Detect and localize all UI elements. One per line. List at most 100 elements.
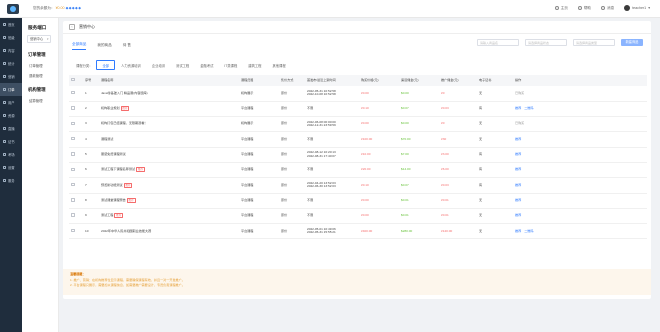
sale-mode-cell: 原价 (279, 177, 305, 194)
channel-commission-cell: $70.00 (399, 131, 439, 148)
actions-cell: 推荐 (513, 208, 553, 225)
certificate-cell: 有 (477, 177, 513, 194)
actions-cell: 推荐 二维码 (513, 101, 553, 118)
recommend-badge: 推荐 (126, 197, 136, 203)
sidebar-item-settlement[interactable]: 结算管理 (22, 93, 58, 103)
course-name-cell: 服装免费课程测试 (99, 147, 239, 163)
row-checkbox[interactable] (71, 90, 75, 95)
time-cell: 2022-04-20 13:52:03 2022-06-30 13:52:03 (305, 177, 359, 194)
sidebar-item-8[interactable]: 直播 (0, 122, 22, 135)
actions-cell: 推荐 (513, 131, 553, 148)
category-option[interactable]: 测试工程 (171, 61, 194, 69)
row-checkbox[interactable] (71, 198, 75, 202)
sidebar-item-4[interactable]: 营销 (0, 70, 22, 83)
sidebar-item-11[interactable]: 设置 (0, 161, 22, 174)
course-name: 服装免费课程测试 (101, 152, 126, 157)
time-start: 不限 (307, 213, 314, 218)
top-link-label: 帮助 (583, 5, 591, 10)
sidebar-item-6[interactable]: 用户 (0, 96, 22, 109)
row-checkbox[interactable] (71, 136, 75, 141)
main-panel: ‹ 营销中心 全部商品 我的商品 待 售 请输入商品名 请选择商品状态 请选择商… (63, 21, 651, 299)
sidebar-item-7[interactable]: 资源 (0, 109, 22, 122)
logo[interactable] (7, 4, 19, 14)
filter-bar: 请输入商品名 请选择商品状态 请选择商品类型 新建商品 (477, 39, 643, 46)
sidebar-item-9[interactable]: 证书 (0, 135, 22, 148)
tab-pending[interactable]: 待 售 (123, 43, 131, 50)
category-option[interactable]: 建筑工程 (243, 61, 266, 69)
promo-commission-cell: ¥0.03 (439, 101, 477, 118)
add-goods-button[interactable]: 新建商品 (621, 39, 643, 46)
price-cell: ¥0.00 (359, 116, 399, 133)
row-action-link[interactable]: 推荐 (515, 229, 521, 233)
table-row: 3 机构打包已结课程，无限期观看！ 机构展示 原价 2022-06-08 00:00:0… (69, 116, 647, 133)
sidebar-item-1[interactable]: 班级 (0, 31, 22, 44)
sidebar-item-refund-manage[interactable]: 退款管理 (22, 68, 58, 78)
row-action-link[interactable]: 推荐 (515, 213, 521, 217)
row-action-link[interactable]: 推荐 (515, 152, 521, 156)
row-action-link[interactable]: 推荐 (515, 167, 521, 172)
category-option[interactable]: IT类课程 (219, 61, 242, 69)
sidebar-item-3[interactable]: 统计 (0, 57, 22, 70)
table-row: 9 测试工程 推荐 平台课程 原价 不限 ¥0.00 $0.01 ¥0.01 无推荐 (69, 208, 647, 225)
sidebar-item-12[interactable]: 服务 (0, 174, 22, 187)
owner-cell: 机构展示 (239, 116, 279, 133)
sidebar-item-order-manage[interactable]: 订单管理 (22, 58, 58, 68)
course-name-cell: 课程测试 (99, 131, 239, 148)
sidebar-item-10[interactable]: 考场 (0, 148, 22, 161)
select-all-checkbox[interactable] (71, 77, 75, 82)
category-option[interactable]: 金融考试 (195, 61, 218, 69)
row-checkbox[interactable] (71, 213, 75, 217)
time-cell: 2022-08-12 10:20:13 2022-08-31 17:40:07 (305, 147, 359, 163)
center-select[interactable]: 营销中心 (27, 35, 51, 43)
settings-icon (3, 166, 6, 169)
row-checkbox[interactable] (71, 228, 75, 233)
tab-my-goods[interactable]: 我的商品 (97, 43, 111, 50)
tips-line: 2. 平台课程只展示，需要加以课程信息，如需要推广需要设计，专员负责课程推广。 (70, 283, 185, 287)
row-action-link[interactable]: 推荐 (515, 183, 521, 187)
price-cell: ¥400.00 (359, 223, 399, 240)
sidebar-group-order: 订单管理 (28, 52, 46, 57)
certificate-cell: 有 (477, 162, 513, 179)
promo-commission-cell: ¥0 (439, 86, 477, 102)
row-checkbox[interactable] (71, 167, 75, 172)
category-option[interactable]: 全部 (96, 60, 116, 70)
tab-all-goods[interactable]: 全部商品 (72, 42, 87, 50)
type-select[interactable]: 请选择商品类型 (573, 39, 615, 46)
sidebar-item-5[interactable]: 订单 (0, 83, 22, 96)
user-menu[interactable]: teacher1 ▾ (624, 5, 650, 11)
col-header: 操作 (513, 75, 553, 86)
actions-cell: 推荐 (513, 147, 553, 163)
actions-cell: 推荐 二维码 (513, 223, 553, 240)
row-action-link[interactable]: 二维码 (524, 229, 533, 233)
sidebar-item-label: 统计 (8, 62, 15, 66)
category-option[interactable]: 其他课程 (267, 61, 290, 69)
panel-header: ‹ 营销中心 (63, 21, 651, 34)
sidebar-item-label: 内容 (8, 49, 15, 53)
row-checkbox[interactable] (71, 121, 75, 126)
col-header: 课程归属 (239, 75, 279, 86)
row-action-link[interactable]: 推荐 (515, 137, 521, 141)
sidebar-item-label: 订单 (8, 88, 15, 92)
sidebar-item-2[interactable]: 内容 (0, 44, 22, 57)
category-option[interactable]: 企业培训 (147, 61, 170, 69)
price-cell: ¥0.00 (359, 86, 399, 102)
row-action-link[interactable]: 二维码 (524, 106, 533, 110)
course-name: Java零基础入门 精品课(内容题库) (101, 90, 148, 95)
row-action-link[interactable]: 推荐 (515, 198, 521, 202)
top-link-message[interactable]: 消息 (601, 6, 614, 11)
search-input[interactable]: 请输入商品名 (477, 39, 519, 46)
row-checkbox[interactable] (71, 106, 75, 110)
sidebar-item-0[interactable]: 首页 (0, 18, 22, 31)
row-action-link[interactable]: 推荐 (515, 106, 521, 110)
status-select[interactable]: 请选择商品状态 (525, 39, 567, 46)
top-link-home[interactable]: 主页 (554, 6, 568, 11)
row-checkbox[interactable] (71, 152, 75, 156)
top-link-help[interactable]: 帮助 (577, 5, 591, 11)
row-spacer (553, 116, 647, 133)
back-icon[interactable]: ‹ (69, 24, 75, 30)
category-option[interactable]: 人力资源培训 (116, 61, 146, 69)
price-cell: ¥0.10 (359, 101, 399, 118)
row-action-link[interactable]: 已购买 (515, 91, 524, 95)
row-checkbox[interactable] (71, 182, 75, 187)
row-action-link[interactable]: 已购买 (515, 121, 524, 126)
